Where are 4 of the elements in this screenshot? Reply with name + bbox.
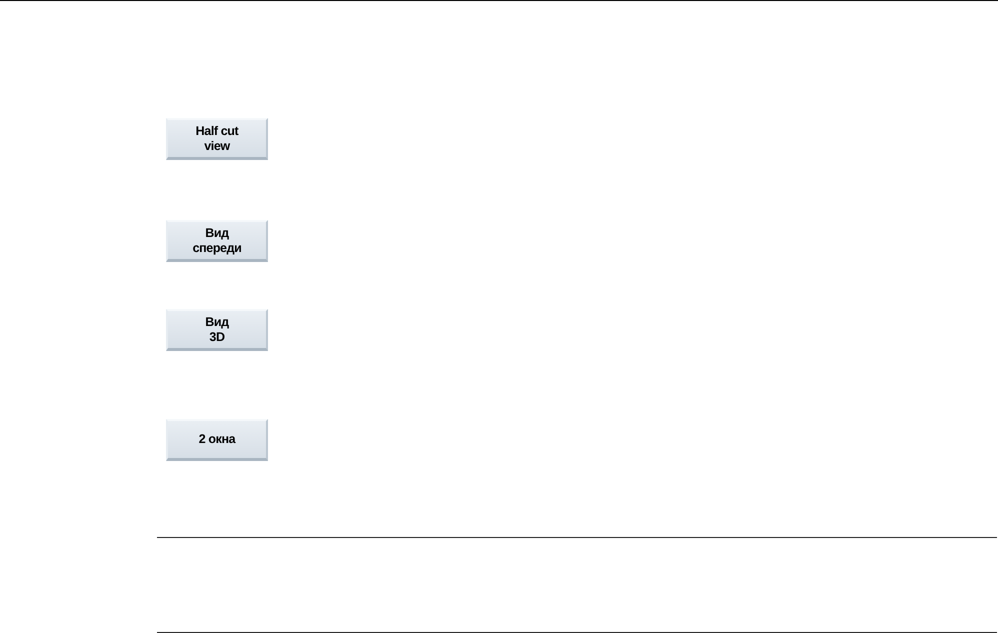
softkey-button[interactable]: Half cut view	[166, 118, 268, 160]
softkey-button[interactable]: Вид 3D	[166, 309, 268, 351]
softkey-button[interactable]: 2 окна	[166, 419, 268, 461]
softkey-button[interactable]: Вид спереди	[166, 220, 268, 262]
